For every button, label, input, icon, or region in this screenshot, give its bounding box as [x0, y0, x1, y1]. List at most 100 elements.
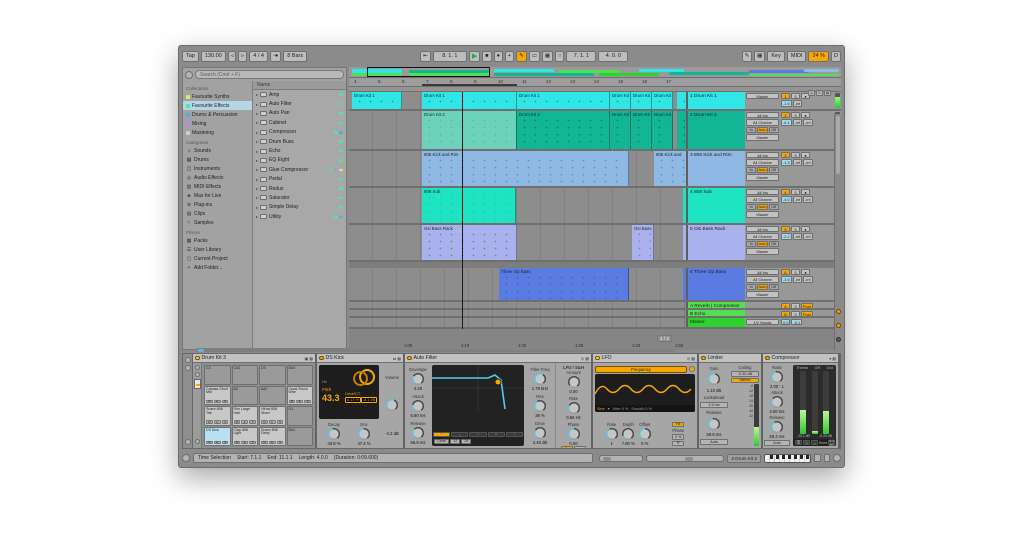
overview-viewport[interactable] — [367, 67, 490, 77]
pad-mute-button[interactable]: M — [289, 420, 296, 424]
pad-mute-button[interactable]: M — [206, 420, 213, 424]
pad-preview-button[interactable]: ▸ — [269, 379, 276, 383]
selected-clip-chip[interactable]: 2 Drum Kit 2 — [727, 454, 761, 463]
pad-mute-button[interactable]: M — [289, 441, 296, 445]
device-activator-icon[interactable] — [765, 356, 770, 361]
device-activator-icon[interactable] — [319, 356, 324, 361]
collection-item[interactable]: Drums & Percussion — [183, 110, 252, 119]
track-name-block[interactable]: 6 Three Op Bass — [688, 268, 745, 300]
knob[interactable] — [534, 427, 546, 439]
track-name-block[interactable]: Master — [688, 318, 745, 327]
pad-preview-button[interactable]: ▸ — [214, 441, 221, 445]
scrollbar-thumb[interactable] — [198, 349, 204, 352]
remove-automation-lane-icon[interactable] — [836, 323, 842, 329]
pencil-icon[interactable]: ✎ — [742, 51, 753, 62]
routing-chooser[interactable]: All Ins — [746, 269, 779, 275]
clip[interactable] — [677, 111, 688, 149]
show-devices-icon[interactable] — [185, 357, 191, 363]
pad-preview-button[interactable]: ▸ — [214, 379, 221, 383]
circuit-option[interactable]: 12 — [450, 439, 460, 445]
chain-icon[interactable] — [195, 372, 200, 377]
mixer-control[interactable]: 1 — [781, 93, 790, 99]
disclosure-triangle-icon[interactable]: ▸ — [256, 167, 258, 172]
mixer-control[interactable]: 3 — [781, 152, 790, 158]
pad-preview-button[interactable]: ▸ — [296, 379, 303, 383]
mixer-control[interactable]: 2 — [781, 112, 790, 118]
pad-preview-button[interactable]: ▸ — [241, 420, 248, 424]
pad-mute-button[interactable]: M — [206, 379, 213, 383]
pad-solo-button[interactable]: S — [249, 420, 256, 424]
track-name-block[interactable]: 2 Drum Kit 2 — [688, 111, 745, 149]
clip[interactable]: Drum Kit — [610, 92, 631, 109]
back-to-arrangement-button[interactable]: ▭ — [529, 51, 540, 62]
info-toggle-icon[interactable] — [182, 454, 190, 462]
map-target-icon[interactable] — [689, 366, 695, 372]
pad-bank-map[interactable] — [194, 379, 201, 389]
knob[interactable] — [412, 427, 424, 439]
pad-preview-button[interactable]: ▸ — [214, 420, 221, 424]
pad-solo-button[interactable]: S — [222, 400, 229, 404]
knob[interactable] — [412, 400, 424, 412]
save-preset-icon[interactable]: ▦ — [832, 356, 836, 361]
clip[interactable]: 808 Kick and Rim — [422, 151, 629, 186]
device-list-item[interactable]: ▸ Utility — [253, 212, 346, 221]
category-item[interactable]: ▤ Clips — [183, 209, 252, 218]
morph-filter-icon[interactable]: ≀ — [506, 432, 523, 437]
pad-mute-button[interactable]: M — [206, 441, 213, 445]
track-header[interactable]: 6 Three Op Bass All Ins — [688, 268, 841, 300]
mixer-control[interactable]: A — [781, 303, 790, 308]
pad-solo-button[interactable]: S — [277, 400, 284, 404]
clip[interactable]: Drum Kit 2 — [517, 111, 610, 149]
mixer-control[interactable]: ● — [801, 226, 810, 232]
meter-column[interactable] — [810, 371, 819, 439]
track-lane[interactable]: Osi Bass Rack Osi Bass R — [349, 225, 688, 260]
pad-mute-button[interactable]: M — [234, 441, 241, 445]
device-list-item[interactable]: ▸ Glue Compressor — [253, 165, 346, 174]
disclosure-triangle-icon[interactable]: ▸ — [256, 205, 258, 210]
mixer-value[interactable]: -inf — [793, 159, 802, 165]
pad-solo-button[interactable]: S — [249, 379, 256, 383]
device-list-item[interactable]: ▸ Cabinet — [253, 118, 346, 127]
routing-chooser[interactable]: Master — [746, 134, 779, 140]
folder-icon[interactable]: ▣ — [304, 356, 308, 361]
mixer-control[interactable]: S — [791, 303, 800, 308]
grid-button[interactable]: ▦ — [542, 51, 553, 62]
disclosure-triangle-icon[interactable]: ▸ — [256, 111, 258, 116]
routing-chooser[interactable]: Off — [769, 167, 779, 173]
pad-solo-button[interactable]: S — [277, 420, 284, 424]
help-icon[interactable] — [833, 454, 841, 462]
disclosure-triangle-icon[interactable]: ▸ — [256, 130, 258, 135]
track-header[interactable]: 4 808 Sub All Ins — [688, 188, 841, 223]
loop-brace[interactable] — [422, 84, 517, 86]
track-header[interactable]: 2 Drum Kit 2 All Ins — [688, 111, 841, 149]
clip[interactable]: Drum Kit 1 — [352, 92, 402, 109]
category-item[interactable]: ◈ Max for Live — [183, 191, 252, 200]
routing-chooser[interactable]: Off — [769, 284, 779, 290]
place-item[interactable]: + Add Folder... — [183, 263, 252, 272]
track-header[interactable]: 5 Osi Bass Rack All Ins — [688, 225, 841, 260]
mixer-control[interactable]: 6 — [781, 269, 790, 275]
clip[interactable]: Drum Kit — [631, 111, 652, 149]
drum-pad[interactable]: A#2 M ▸ S — [259, 386, 286, 406]
drum-pad[interactable]: C#3 M ▸ S — [232, 365, 259, 385]
routing-chooser[interactable]: In — [746, 167, 756, 173]
zoom-slider[interactable] — [599, 455, 643, 462]
sync-mode-button[interactable]: ● — [574, 446, 586, 448]
clip[interactable]: Drum Kit 2 — [652, 111, 673, 149]
routing-chooser[interactable]: Off — [769, 204, 779, 210]
track-header[interactable]: A Reverb | Compressor ASPost — [688, 302, 841, 308]
browser-toggle-icon[interactable] — [185, 71, 193, 79]
drum-pad[interactable]: D3 M ▸ S — [259, 365, 286, 385]
transfer-curve-icon[interactable]: ∿ — [803, 440, 810, 445]
clip[interactable]: Drum Kit 1 — [517, 92, 610, 109]
pan-slider[interactable] — [646, 455, 725, 462]
category-item[interactable]: ♫ Sounds — [183, 146, 252, 155]
activity-view-icon[interactable]: ≣ — [795, 440, 802, 445]
pad-mute-button[interactable]: M — [261, 379, 268, 383]
knob[interactable] — [606, 428, 618, 440]
stereo-link-button[interactable]: Stereo — [731, 378, 759, 384]
drum-pad[interactable]: D#1 M ▸ S — [287, 427, 314, 447]
disclosure-triangle-icon[interactable]: ▸ — [256, 195, 258, 200]
ds-kick-param-box[interactable]: 4.13 % — [345, 397, 361, 403]
wave-selector-icon[interactable]: ▾ — [608, 406, 610, 411]
